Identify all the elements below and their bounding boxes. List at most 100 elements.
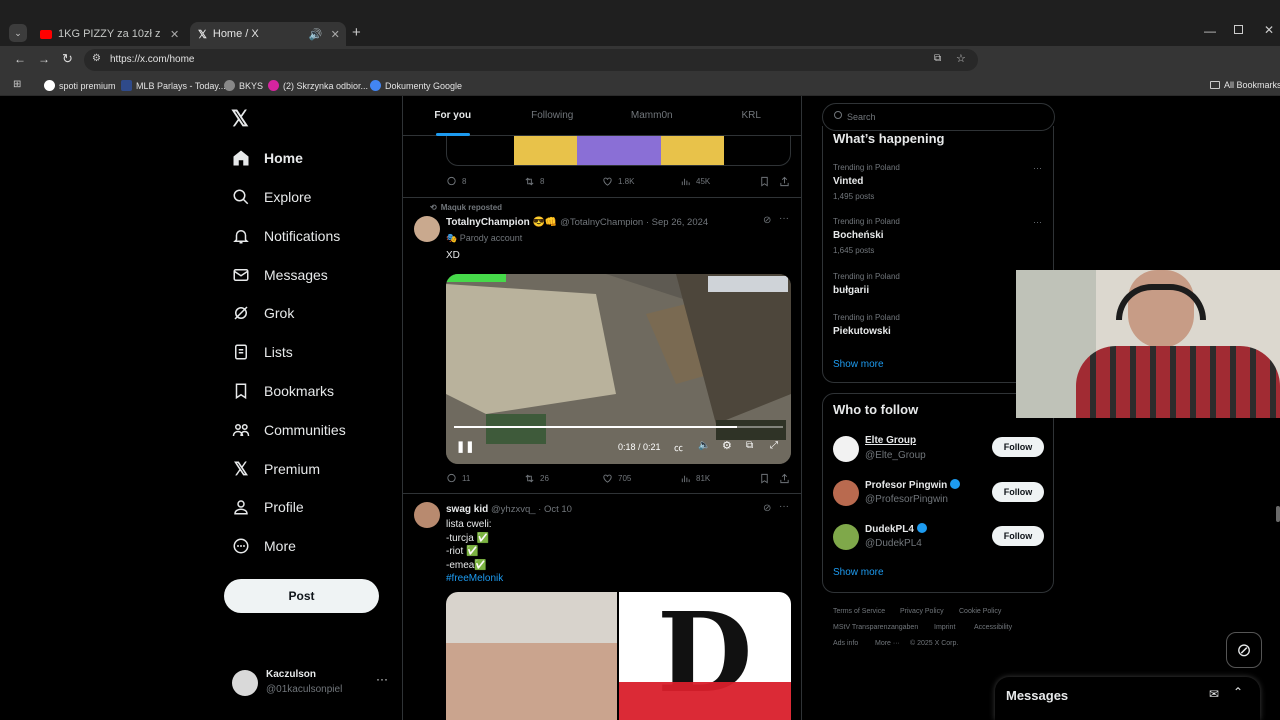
footer-link[interactable]: MStV Transparenzangaben <box>833 624 918 631</box>
grok-icon[interactable]: ⊘ <box>763 503 771 514</box>
bookmark-item[interactable]: BKYS <box>224 80 263 91</box>
volume-icon[interactable]: 🔈 <box>698 440 710 451</box>
speaker-icon[interactable]: 🔊 <box>309 28 323 41</box>
new-tab-button[interactable]: + <box>352 24 361 41</box>
avatar[interactable] <box>414 216 440 242</box>
more-icon[interactable]: ··· <box>779 501 789 512</box>
post-button[interactable]: Post <box>224 579 379 613</box>
reload-icon[interactable]: ↻ <box>62 51 73 67</box>
follow-suggestion[interactable]: DudekPL4 @DudekPL4 <box>833 522 983 552</box>
views-button[interactable]: 81K <box>680 473 710 484</box>
post-media[interactable]: D <box>446 592 791 720</box>
star-icon[interactable]: ☆ <box>956 52 966 65</box>
share-button[interactable] <box>779 176 790 187</box>
reply-button[interactable]: 11 <box>446 473 470 484</box>
sidebar-item-explore[interactable]: Explore <box>232 185 311 209</box>
tab-search-button[interactable]: ⌄ <box>9 24 27 42</box>
minimize-button[interactable]: — <box>1204 24 1216 38</box>
video-player[interactable]: ❚❚ 0:18 / 0:21 ㏄ 🔈 ⚙ ⧉ ⤢ <box>446 274 791 464</box>
more-icon[interactable]: ··· <box>1033 217 1042 227</box>
pip-icon[interactable]: ⧉ <box>746 440 753 451</box>
author-name[interactable]: TotalnyChampion 😎👊 <box>446 217 557 228</box>
x-logo-icon[interactable]: 𝕏 <box>231 106 249 132</box>
sidebar-item-bookmarks[interactable]: Bookmarks <box>232 379 334 403</box>
trend-item[interactable]: Trending in Poland Bocheński 1,645 posts… <box>833 217 1043 255</box>
install-icon[interactable]: ⧉ <box>934 53 941 64</box>
new-message-icon[interactable]: ✉ <box>1209 687 1219 701</box>
handle-date[interactable]: @TotalnyChampion · Sep 26, 2024 <box>560 217 708 228</box>
handle-date[interactable]: @yhzxvq_ · Oct 10 <box>491 504 572 515</box>
settings-icon[interactable]: ⚙ <box>722 439 732 452</box>
address-bar[interactable]: ⚙ https://x.com/home ⧉ ☆ <box>84 49 978 71</box>
bookmark-item[interactable]: spoti premium <box>44 80 116 91</box>
back-arrow-icon[interactable]: ← <box>14 52 26 66</box>
footer-link[interactable]: Ads info <box>833 640 858 647</box>
repost-button[interactable]: 8 <box>524 176 544 187</box>
pause-icon[interactable]: ❚❚ <box>456 440 474 453</box>
follow-button[interactable]: Follow <box>992 437 1044 457</box>
browser-tab[interactable]: 1KG PIZZY za 10zł z Biedronki ✕ <box>32 22 188 46</box>
apps-grid-icon[interactable]: ⊞ <box>13 79 21 90</box>
messages-drawer[interactable]: Messages ✉ ⌃ <box>995 677 1260 720</box>
follow-button[interactable]: Follow <box>992 482 1044 502</box>
sidebar-item-communities[interactable]: Communities <box>232 418 346 442</box>
restore-button[interactable] <box>1234 25 1243 34</box>
sidebar-item-profile[interactable]: Profile <box>232 495 304 519</box>
expand-up-icon[interactable]: ⌃ <box>1233 685 1243 699</box>
reply-button[interactable]: 8 <box>446 176 466 187</box>
footer-link[interactable]: More ··· <box>875 640 900 647</box>
sidebar-item-home[interactable]: Home <box>232 146 303 170</box>
close-window-button[interactable]: ✕ <box>1264 23 1274 37</box>
sidebar-item-grok[interactable]: Grok <box>232 301 294 325</box>
sidebar-item-messages[interactable]: Messages <box>232 263 328 287</box>
tab-for-you[interactable]: For you <box>403 96 503 135</box>
grok-floating-button[interactable]: ⊘ <box>1226 632 1262 668</box>
bookmark-item[interactable]: Dokumenty Google <box>370 80 462 91</box>
more-icon[interactable]: ··· <box>376 672 388 686</box>
trend-item[interactable]: Trending in Poland Vinted 1,495 posts ··… <box>833 163 1043 201</box>
footer-link[interactable]: Terms of Service <box>833 608 885 615</box>
bookmark-button[interactable] <box>759 176 770 187</box>
account-switcher[interactable]: Kaczulson @01kaculsonpiel ··· <box>230 666 395 702</box>
fullscreen-icon[interactable]: ⤢ <box>770 440 778 451</box>
bookmark-item[interactable]: (2) Skrzynka odbior... <box>268 80 368 91</box>
all-bookmarks[interactable]: All Bookmarks <box>1210 80 1280 90</box>
captions-icon[interactable]: ㏄ <box>674 441 683 454</box>
show-more-link[interactable]: Show more <box>833 359 884 370</box>
more-icon[interactable]: ··· <box>779 213 789 224</box>
avatar[interactable] <box>414 502 440 528</box>
author-name[interactable]: swag kid <box>446 504 488 515</box>
bookmark-button[interactable] <box>759 473 770 484</box>
forward-arrow-icon[interactable]: → <box>38 52 50 66</box>
close-tab-icon[interactable]: ✕ <box>170 28 179 41</box>
post-media[interactable] <box>446 136 791 166</box>
footer-link[interactable]: Cookie Policy <box>959 608 1001 615</box>
trend-item[interactable]: Trending in Poland Piekutowski <box>833 313 1013 337</box>
repost-indicator[interactable]: ⟲ Maquk reposted <box>430 203 502 212</box>
bookmark-item[interactable]: MLB Parlays - Today... <box>121 80 226 91</box>
follow-button[interactable]: Follow <box>992 526 1044 546</box>
views-button[interactable]: 45K <box>680 176 710 187</box>
follow-suggestion[interactable]: Elte Group @Elte_Group <box>833 434 983 464</box>
footer-link[interactable]: Imprint <box>934 624 955 631</box>
hashtag-link[interactable]: #freeMelonik <box>446 572 503 586</box>
sidebar-item-premium[interactable]: 𝕏 Premium <box>232 457 320 481</box>
like-button[interactable]: 705 <box>602 473 631 484</box>
video-progress-track[interactable] <box>454 426 783 428</box>
follow-suggestion[interactable]: Profesor Pingwin @ProfesorPingwin <box>833 478 983 508</box>
site-info-icon[interactable]: ⚙ <box>92 53 101 64</box>
like-button[interactable]: 1.8K <box>602 176 634 187</box>
footer-link[interactable]: Accessibility <box>974 624 1012 631</box>
footer-link[interactable]: Privacy Policy <box>900 608 944 615</box>
share-button[interactable] <box>779 473 790 484</box>
tab-krl[interactable]: KRL <box>702 96 802 135</box>
browser-tab-active[interactable]: 𝕏 Home / X 🔊 ✕ <box>190 22 346 46</box>
grok-icon[interactable]: ⊘ <box>763 215 771 226</box>
tab-following[interactable]: Following <box>503 96 603 135</box>
trend-item[interactable]: Trending in Poland bułgarii <box>833 272 1013 296</box>
repost-button[interactable]: 26 <box>524 473 549 484</box>
sidebar-item-notifications[interactable]: Notifications <box>232 224 340 248</box>
show-more-link[interactable]: Show more <box>833 567 884 578</box>
sidebar-item-more[interactable]: More <box>232 534 296 558</box>
tab-mamm0n[interactable]: Mamm0n <box>602 96 702 135</box>
